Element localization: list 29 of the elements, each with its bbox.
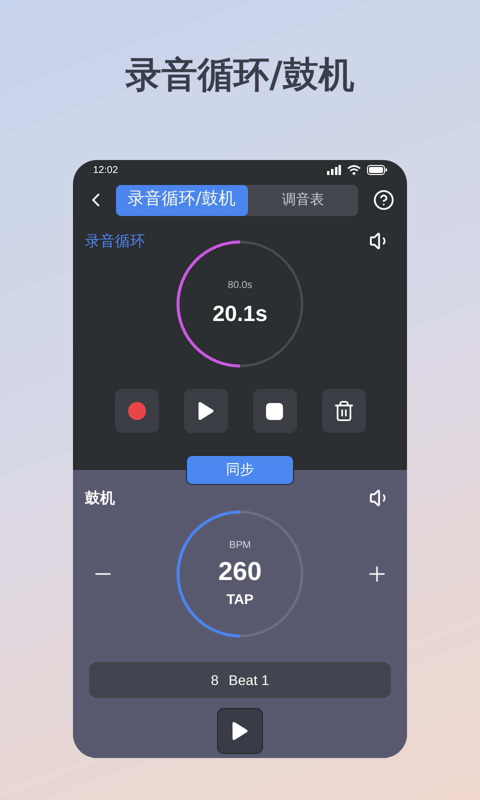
signal-icon	[327, 165, 341, 175]
beat-bar[interactable]: 8 Beat 1	[89, 662, 391, 698]
headline: 录音循环/鼓机	[125, 54, 355, 98]
status-time: 12:02	[93, 164, 118, 178]
play-button[interactable]	[217, 708, 263, 754]
beat-label: Beat 1	[228, 670, 270, 690]
record-button[interactable]	[114, 389, 158, 433]
total-time: 80.0s	[228, 279, 252, 293]
play-icon	[232, 721, 248, 741]
record-icon	[128, 402, 146, 420]
wifi-icon	[347, 165, 361, 175]
trash-icon	[332, 400, 354, 422]
sync-button[interactable]: 同步	[186, 455, 294, 485]
tab[interactable]: 录音循环/鼓机	[116, 184, 248, 216]
section-title: 鼓机	[85, 488, 115, 509]
play-icon	[198, 401, 214, 421]
section-title: 录音循环	[85, 230, 145, 252]
elapsed-time: 20.1s	[212, 300, 268, 328]
bpm-value: 260	[218, 555, 262, 587]
play-button[interactable]	[184, 389, 228, 433]
battery-icon	[367, 165, 387, 175]
bpm-label: BPM	[229, 539, 251, 553]
delete-button[interactable]	[322, 389, 366, 433]
tab[interactable]: 调音表	[248, 184, 358, 216]
stop-icon	[266, 402, 283, 420]
help-icon[interactable]	[373, 189, 395, 211]
tap-button[interactable]: TAP	[226, 589, 254, 610]
stop-button[interactable]	[252, 389, 296, 433]
beat-count: 8	[210, 670, 219, 690]
